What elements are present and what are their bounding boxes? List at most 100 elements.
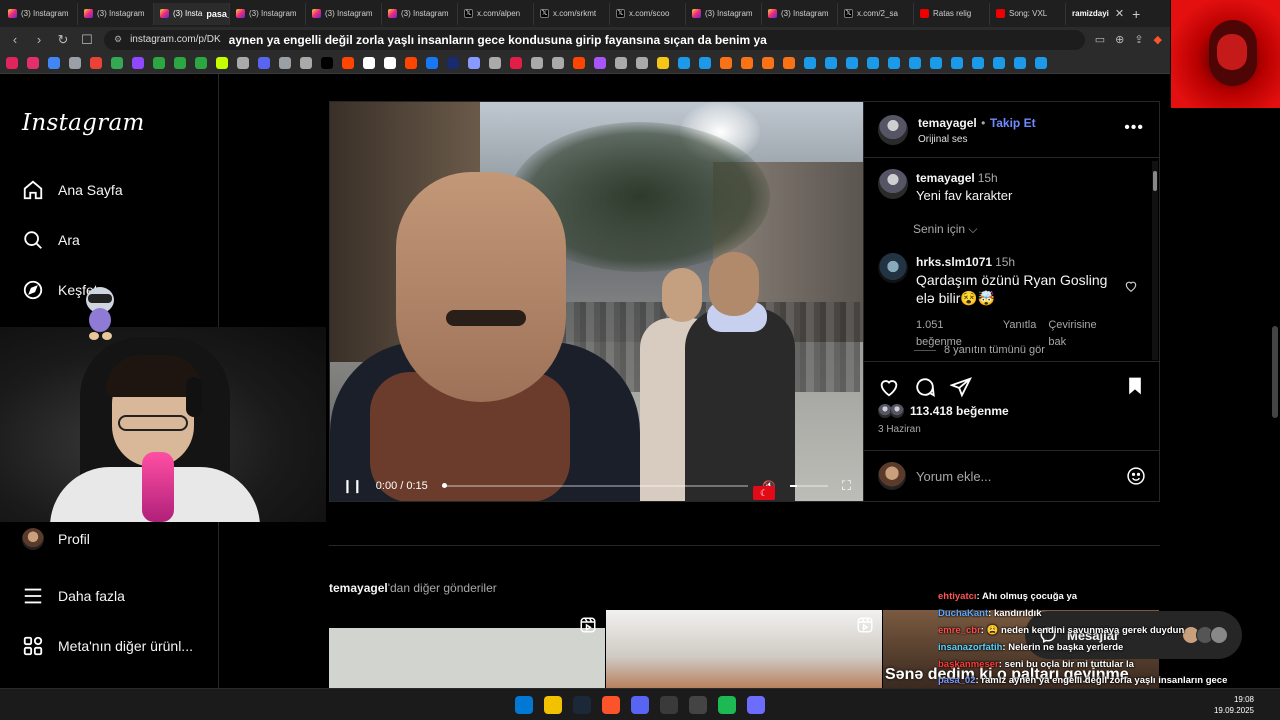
taskbar-app-icon[interactable]	[747, 696, 765, 714]
more-post-thumbnail[interactable]	[329, 610, 605, 688]
caption-username[interactable]: temayagel	[916, 171, 975, 185]
pause-icon[interactable]: ❙❙	[342, 478, 363, 494]
system-clock[interactable]: 19:08 19.09.2025	[1214, 694, 1254, 716]
browser-tab[interactable]: (3) Instagram	[686, 2, 762, 25]
bookmark-favicon-icon[interactable]	[342, 56, 354, 69]
bookmark-favicon-icon[interactable]	[867, 56, 879, 69]
taskbar-app-icon[interactable]	[631, 696, 649, 714]
comments-scrollbar[interactable]	[1152, 161, 1158, 360]
browser-tab[interactable]: (3) Instagram	[2, 2, 78, 25]
bookmark-favicon-icon[interactable]	[6, 56, 18, 69]
bookmark-favicon-icon[interactable]	[783, 56, 795, 69]
comment-sort-dropdown[interactable]: Senin için ⌵	[913, 222, 977, 237]
like-heart-icon[interactable]	[878, 376, 900, 398]
close-tab-icon[interactable]: ✕	[1115, 7, 1124, 20]
taskbar-app-icon[interactable]	[689, 696, 707, 714]
bookmark-favicon-icon[interactable]	[27, 56, 39, 69]
browser-tab[interactable]: (3) Instagram	[762, 2, 838, 25]
audio-label[interactable]: Orijinal ses	[918, 134, 1036, 145]
sidebar-item-meta-products[interactable]: Meta'nın diğer ürünl...	[22, 635, 193, 657]
fullscreen-icon[interactable]: ⛶	[842, 478, 851, 494]
zoom-icon[interactable]: ⊕	[1115, 33, 1124, 46]
comment-input[interactable]	[916, 468, 1116, 484]
bookmark-favicon-icon[interactable]	[279, 56, 291, 69]
bookmark-favicon-icon[interactable]	[993, 56, 1005, 69]
progress-knob[interactable]	[441, 483, 447, 488]
sidebar-item-home[interactable]: Ana Sayfa	[22, 179, 123, 201]
sidebar-item-more[interactable]: Daha fazla	[22, 585, 125, 607]
emoji-icon[interactable]	[1126, 466, 1146, 486]
comment-username[interactable]: hrks.slm1071	[916, 255, 992, 269]
bookmark-favicon-icon[interactable]	[846, 56, 858, 69]
follow-button[interactable]: Takip Et	[990, 116, 1036, 130]
bookmark-favicon-icon[interactable]	[90, 56, 102, 69]
post-date[interactable]: 3 Haziran	[878, 424, 921, 435]
volume-slider[interactable]	[789, 485, 828, 487]
install-icon[interactable]: ▭	[1095, 33, 1105, 46]
comment-icon[interactable]	[914, 376, 936, 398]
bookmark-favicon-icon[interactable]	[384, 56, 396, 69]
bookmark-favicon-icon[interactable]	[1014, 56, 1026, 69]
bookmark-favicon-icon[interactable]	[531, 56, 543, 69]
more-options-icon[interactable]: •••	[1124, 119, 1144, 137]
bookmark-favicon-icon[interactable]	[321, 56, 333, 69]
browser-tab[interactable]: (3) Instagram	[382, 2, 458, 25]
browser-tab[interactable]: (3) Instagram	[230, 2, 306, 25]
video-progress-bar[interactable]	[441, 483, 749, 488]
bookmark-favicon-icon[interactable]	[615, 56, 627, 69]
browser-tab[interactable]: (3) Instagram	[306, 2, 382, 25]
bookmark-favicon-icon[interactable]	[426, 56, 438, 69]
bookmark-favicon-icon[interactable]	[132, 56, 144, 69]
share-icon[interactable]: ⇪	[1134, 33, 1143, 46]
bookmark-favicon-icon[interactable]	[930, 56, 942, 69]
sidebar-item-search[interactable]: Ara	[22, 229, 80, 251]
instagram-logo[interactable]: Instagram	[22, 110, 145, 136]
bookmark-favicon-icon[interactable]	[174, 56, 186, 69]
browser-tab[interactable]: 𝕏x.com/alpen	[458, 2, 534, 25]
bookmark-favicon-icon[interactable]	[951, 56, 963, 69]
taskbar-app-icon[interactable]	[718, 696, 736, 714]
taskbar-app-icon[interactable]	[544, 696, 562, 714]
url-field[interactable]: ⚙ instagram.com/p/DK aynen ya engelli de…	[104, 29, 1085, 50]
bookmark-favicon-icon[interactable]	[258, 56, 270, 69]
author-avatar[interactable]	[878, 114, 908, 145]
bookmark-favicon-icon[interactable]	[48, 56, 60, 69]
bookmark-favicon-icon[interactable]	[573, 56, 585, 69]
more-post-thumbnail[interactable]	[606, 610, 882, 688]
taskbar-app-icon[interactable]	[515, 696, 533, 714]
taskbar-app-icon[interactable]	[602, 696, 620, 714]
scrollbar-thumb[interactable]	[1272, 326, 1278, 418]
browser-tab[interactable]: 𝕏x.com/scoo	[610, 2, 686, 25]
view-replies-link[interactable]: 8 yanıtın tümünü gör	[914, 344, 1045, 356]
taskbar-app-icon[interactable]	[573, 696, 591, 714]
bookmark-favicon-icon[interactable]	[699, 56, 711, 69]
bookmark-favicon-icon[interactable]	[657, 56, 669, 69]
bookmark-favicon-icon[interactable]	[636, 56, 648, 69]
back-icon[interactable]: ‹	[8, 32, 22, 47]
new-tab-button[interactable]: +	[1132, 6, 1140, 22]
bookmark-favicon-icon[interactable]	[468, 56, 480, 69]
more-posts-username[interactable]: temayagel	[329, 581, 388, 595]
browser-tab[interactable]: Ratas relig	[914, 2, 990, 25]
bookmark-favicon-icon[interactable]	[594, 56, 606, 69]
bookmark-favicon-icon[interactable]	[447, 56, 459, 69]
bookmark-favicon-icon[interactable]	[972, 56, 984, 69]
bookmark-favicon-icon[interactable]	[195, 56, 207, 69]
bookmark-page-icon[interactable]: ☐	[80, 32, 94, 48]
browser-tab[interactable]: (3) Instapasa_02	[154, 2, 230, 25]
bookmark-favicon-icon[interactable]	[153, 56, 165, 69]
browser-tab[interactable]: (3) Instagram	[78, 2, 154, 25]
post-video[interactable]: ❙❙ 0:00 / 0:15 🔇 ⛶ ☾	[330, 102, 863, 501]
site-info-icon[interactable]: ⚙	[114, 34, 122, 45]
bookmark-favicon-icon[interactable]	[489, 56, 501, 69]
bookmark-favicon-icon[interactable]	[405, 56, 417, 69]
bookmark-favicon-icon[interactable]	[678, 56, 690, 69]
bookmark-favicon-icon[interactable]	[762, 56, 774, 69]
bookmark-favicon-icon[interactable]	[1035, 56, 1047, 69]
bookmark-favicon-icon[interactable]	[237, 56, 249, 69]
bookmark-favicon-icon[interactable]	[804, 56, 816, 69]
bookmark-favicon-icon[interactable]	[888, 56, 900, 69]
bookmark-favicon-icon[interactable]	[363, 56, 375, 69]
author-username[interactable]: temayagel	[918, 116, 977, 130]
share-icon[interactable]	[950, 376, 972, 398]
